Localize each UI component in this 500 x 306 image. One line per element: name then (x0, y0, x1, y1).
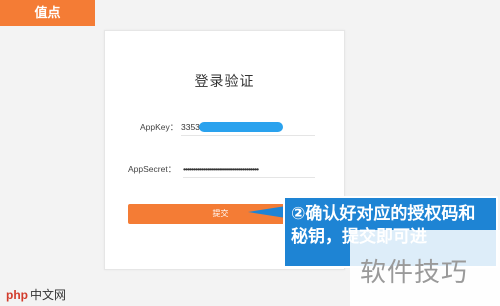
appkey-value: 3353 (181, 122, 200, 132)
corner-logo-brand: php (6, 288, 28, 302)
appsecret-field[interactable]: •••••••••••••••••••••••••••••••••••••• (183, 160, 315, 178)
appsecret-value: •••••••••••••••••••••••••••••••••••••• (183, 164, 259, 174)
appkey-redaction (199, 122, 283, 132)
appkey-label: AppKey： (140, 122, 179, 132)
corner-logo: php 中文网 (0, 284, 66, 306)
login-title: 登录验证 (194, 73, 255, 89)
appsecret-label: AppSecret： (128, 164, 177, 174)
appsecret-row: AppSecret： •••••••••••••••••••••••••••••… (0, 160, 500, 178)
corner-logo-site: 中文网 (30, 288, 67, 302)
top-tab[interactable]: 值点 (0, 0, 95, 26)
appkey-row: AppKey： 3353 (0, 118, 500, 136)
watermark-text: 软件技巧 (360, 257, 469, 287)
callout-arrow (248, 206, 286, 218)
